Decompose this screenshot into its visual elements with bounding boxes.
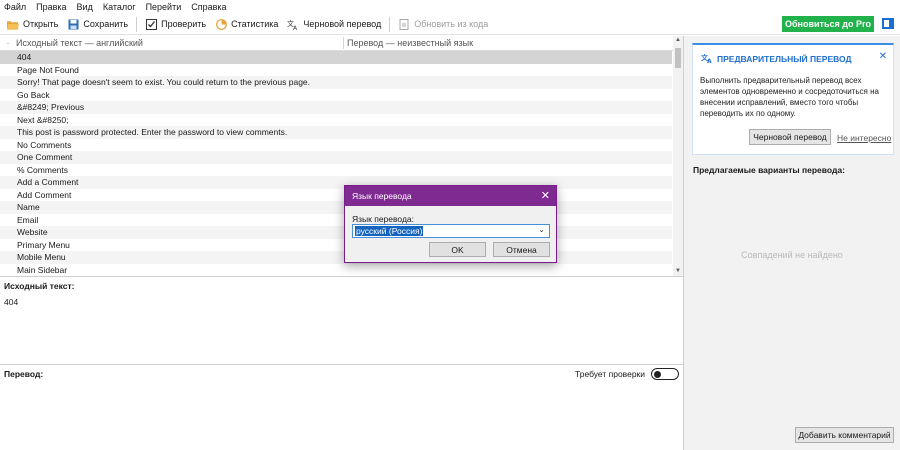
source-text-label: Исходный текст: bbox=[4, 281, 75, 291]
update-from-code-label: Обновить из кода bbox=[414, 19, 489, 29]
floppy-disk-icon bbox=[67, 18, 79, 30]
list-item[interactable]: Sorry! That page doesn't seem to exist. … bbox=[0, 76, 672, 89]
list-item[interactable]: Page Not Found bbox=[0, 64, 672, 77]
add-comment-button[interactable]: Добавить комментарий bbox=[795, 427, 894, 443]
ok-button[interactable]: OK bbox=[429, 242, 486, 257]
pretranslate-info-card: 文A ПРЕДВАРИТЕЛЬНЫЙ ПЕРЕВОД ✕ Выполнить п… bbox=[692, 43, 894, 155]
string-list: 404 Page Not Found Sorry! That page does… bbox=[0, 51, 672, 276]
menu-help[interactable]: Справка bbox=[191, 2, 226, 12]
list-item[interactable]: Email bbox=[0, 214, 672, 227]
sidebar-toggle-icon[interactable] bbox=[882, 18, 894, 29]
list-item[interactable]: No Comments bbox=[0, 139, 672, 152]
info-card-title-text: ПРЕДВАРИТЕЛЬНЫЙ ПЕРЕВОД bbox=[717, 54, 852, 64]
sidebar: 文A ПРЕДВАРИТЕЛЬНЫЙ ПЕРЕВОД ✕ Выполнить п… bbox=[684, 36, 900, 450]
scroll-thumb[interactable] bbox=[675, 48, 681, 68]
list-item[interactable]: &#8249; Previous bbox=[0, 101, 672, 114]
needs-review-toggle[interactable] bbox=[651, 368, 679, 380]
list-item[interactable]: This post is password protected. Enter t… bbox=[0, 126, 672, 139]
close-icon[interactable]: ✕ bbox=[879, 51, 887, 62]
list-item[interactable]: Primary Menu bbox=[0, 239, 672, 252]
list-item[interactable]: One Comment bbox=[0, 151, 672, 164]
statistics-label: Статистика bbox=[231, 19, 279, 29]
dialog-title-bar[interactable]: Язык перевода ✕ bbox=[345, 186, 556, 206]
list-scrollbar[interactable]: ▲ ▼ bbox=[673, 36, 683, 276]
pretranslate-card-button[interactable]: Черновой перевод bbox=[749, 129, 831, 145]
update-from-code-button[interactable]: Обновить из кода bbox=[395, 15, 491, 33]
list-item[interactable]: Main Sidebar bbox=[0, 264, 672, 277]
translation-pane[interactable]: Перевод: Требует проверки bbox=[0, 365, 683, 450]
upgrade-pro-button[interactable]: Обновиться до Pro bbox=[782, 16, 874, 32]
list-item[interactable]: % Comments bbox=[0, 164, 672, 177]
menu-catalog[interactable]: Каталог bbox=[103, 2, 136, 12]
menu-bar: Файл Правка Вид Каталог Перейти Справка bbox=[0, 0, 900, 14]
language-select[interactable]: русский (Россия) ⌄ bbox=[352, 224, 550, 238]
sort-indicator: · bbox=[6, 38, 10, 48]
open-label: Открыть bbox=[23, 19, 59, 29]
translation-label: Перевод: bbox=[4, 369, 44, 379]
scroll-up-icon[interactable]: ▲ bbox=[673, 36, 683, 45]
needs-review-label: Требует проверки bbox=[575, 369, 646, 379]
column-divider[interactable] bbox=[343, 37, 344, 49]
not-interested-link[interactable]: Не интересно bbox=[837, 133, 891, 143]
svg-text:A: A bbox=[293, 25, 298, 30]
source-text-pane: Исходный текст: 404 bbox=[0, 277, 683, 364]
column-source-header[interactable]: Исходный текст — английский bbox=[16, 38, 343, 48]
menu-file[interactable]: Файл bbox=[4, 2, 26, 12]
pretranslate-label: Черновой перевод bbox=[303, 19, 382, 29]
language-select-value: русский (Россия) bbox=[355, 226, 424, 236]
list-item[interactable]: Go Back bbox=[0, 89, 672, 102]
list-item[interactable]: Next &#8250; bbox=[0, 114, 672, 127]
close-icon[interactable]: ✕ bbox=[541, 189, 550, 202]
cancel-button[interactable]: Отмена bbox=[493, 242, 550, 257]
menu-view[interactable]: Вид bbox=[77, 2, 93, 12]
list-item[interactable]: 404 bbox=[0, 51, 672, 64]
translation-language-dialog: Язык перевода ✕ Язык перевода: русский (… bbox=[344, 185, 557, 263]
checklist-icon bbox=[145, 18, 157, 30]
no-matches-text: Совпадений не найдено bbox=[741, 250, 843, 260]
chevron-down-icon[interactable]: ⌄ bbox=[538, 225, 545, 234]
validate-button[interactable]: Проверить bbox=[142, 15, 209, 33]
source-text-value: 404 bbox=[4, 297, 19, 307]
toolbar: Открыть Сохранить Проверить Статистика 文… bbox=[0, 14, 900, 35]
save-label: Сохранить bbox=[83, 19, 129, 29]
toolbar-separator bbox=[389, 16, 391, 32]
toolbar-separator bbox=[136, 16, 138, 32]
translate-icon: 文A bbox=[701, 53, 713, 65]
sync-icon bbox=[398, 18, 410, 30]
toggle-knob bbox=[654, 370, 661, 378]
column-translation-header[interactable]: Перевод — неизвестный язык bbox=[347, 38, 473, 48]
statistics-button[interactable]: Статистика bbox=[212, 15, 281, 33]
list-header: · Исходный текст — английский Перевод — … bbox=[0, 36, 682, 51]
menu-edit[interactable]: Правка bbox=[36, 2, 66, 12]
list-item[interactable]: Add Comment bbox=[0, 189, 672, 202]
pie-chart-icon bbox=[215, 18, 227, 30]
scroll-down-icon[interactable]: ▼ bbox=[673, 267, 683, 276]
info-card-title: 文A ПРЕДВАРИТЕЛЬНЫЙ ПЕРЕВОД bbox=[701, 53, 852, 65]
translate-icon: 文A bbox=[287, 18, 299, 30]
svg-text:A: A bbox=[707, 58, 712, 63]
suggestions-label: Предлагаемые варианты перевода: bbox=[693, 165, 845, 175]
pretranslate-button[interactable]: 文A Черновой перевод bbox=[284, 15, 384, 33]
dialog-title: Язык перевода bbox=[352, 191, 412, 201]
list-item[interactable]: Name bbox=[0, 201, 672, 214]
list-item[interactable]: Mobile Menu bbox=[0, 251, 672, 264]
info-card-body: Выполнить предварительный перевод всех э… bbox=[700, 76, 879, 118]
list-item[interactable]: Website bbox=[0, 226, 672, 239]
folder-icon bbox=[7, 18, 19, 30]
menu-go[interactable]: Перейти bbox=[146, 2, 182, 12]
language-label: Язык перевода: bbox=[352, 214, 415, 224]
save-button[interactable]: Сохранить bbox=[64, 15, 131, 33]
open-button[interactable]: Открыть bbox=[4, 15, 61, 33]
list-item[interactable]: Add a Comment bbox=[0, 176, 672, 189]
validate-label: Проверить bbox=[161, 19, 207, 29]
